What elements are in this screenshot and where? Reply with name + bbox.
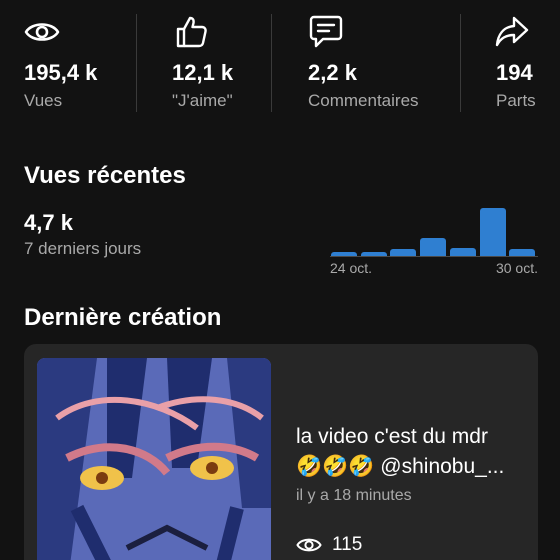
chart-bar bbox=[420, 238, 447, 256]
latest-creation-title: Dernière création bbox=[24, 304, 222, 331]
chart-bar bbox=[360, 252, 387, 256]
thumbnail-illustration bbox=[37, 358, 271, 560]
divider bbox=[136, 14, 137, 112]
divider bbox=[460, 14, 461, 112]
video-views: 115 bbox=[296, 532, 362, 558]
chart-bar bbox=[449, 247, 476, 256]
recent-views-count: 4,7 k bbox=[24, 210, 73, 235]
thumbs-up-icon bbox=[176, 16, 207, 48]
chart-bar bbox=[479, 208, 506, 256]
stats-row: 195,4 k Vues 12,1 k "J'aime" 2,2 k Comme… bbox=[0, 0, 560, 112]
recent-views-period: 7 derniers jours bbox=[24, 239, 142, 258]
eye-icon bbox=[296, 538, 322, 552]
likes-count: 12,1 k bbox=[172, 60, 234, 85]
chart-baseline bbox=[330, 256, 538, 257]
views-count: 195,4 k bbox=[24, 60, 98, 85]
chart-bar bbox=[509, 248, 536, 256]
latest-video-card[interactable]: la video c'est du mdr 🤣🤣🤣 @shinobu_... i… bbox=[24, 344, 538, 560]
comments-label: Commentaires bbox=[308, 91, 419, 110]
shares-count: 194 bbox=[496, 60, 533, 85]
video-views-count: 115 bbox=[332, 534, 363, 555]
recent-views-title: Vues récentes bbox=[24, 162, 186, 189]
chart-bar bbox=[331, 252, 357, 256]
video-title-line2: 🤣🤣🤣 @shinobu_... bbox=[296, 455, 505, 478]
video-title[interactable]: la video c'est du mdr 🤣🤣🤣 @shinobu_... bbox=[296, 422, 532, 482]
recent-views-chart[interactable]: 24 oct. 30 oct. bbox=[330, 200, 538, 280]
video-thumbnail[interactable] bbox=[37, 358, 271, 560]
eye-icon bbox=[24, 23, 60, 41]
comments-count: 2,2 k bbox=[308, 60, 357, 85]
divider bbox=[271, 14, 272, 112]
x-tick-first: 24 oct. bbox=[330, 260, 373, 276]
share-icon bbox=[495, 16, 529, 47]
shares-label: Parts bbox=[496, 91, 536, 110]
video-time: il y a 18 minutes bbox=[296, 487, 412, 504]
chart-bar bbox=[390, 248, 417, 256]
x-tick-last: 30 oct. bbox=[495, 260, 538, 276]
comment-icon bbox=[309, 15, 343, 48]
likes-label: "J'aime" bbox=[172, 91, 233, 110]
video-title-line1: la video c'est du mdr bbox=[296, 425, 488, 448]
views-label: Vues bbox=[24, 91, 63, 110]
